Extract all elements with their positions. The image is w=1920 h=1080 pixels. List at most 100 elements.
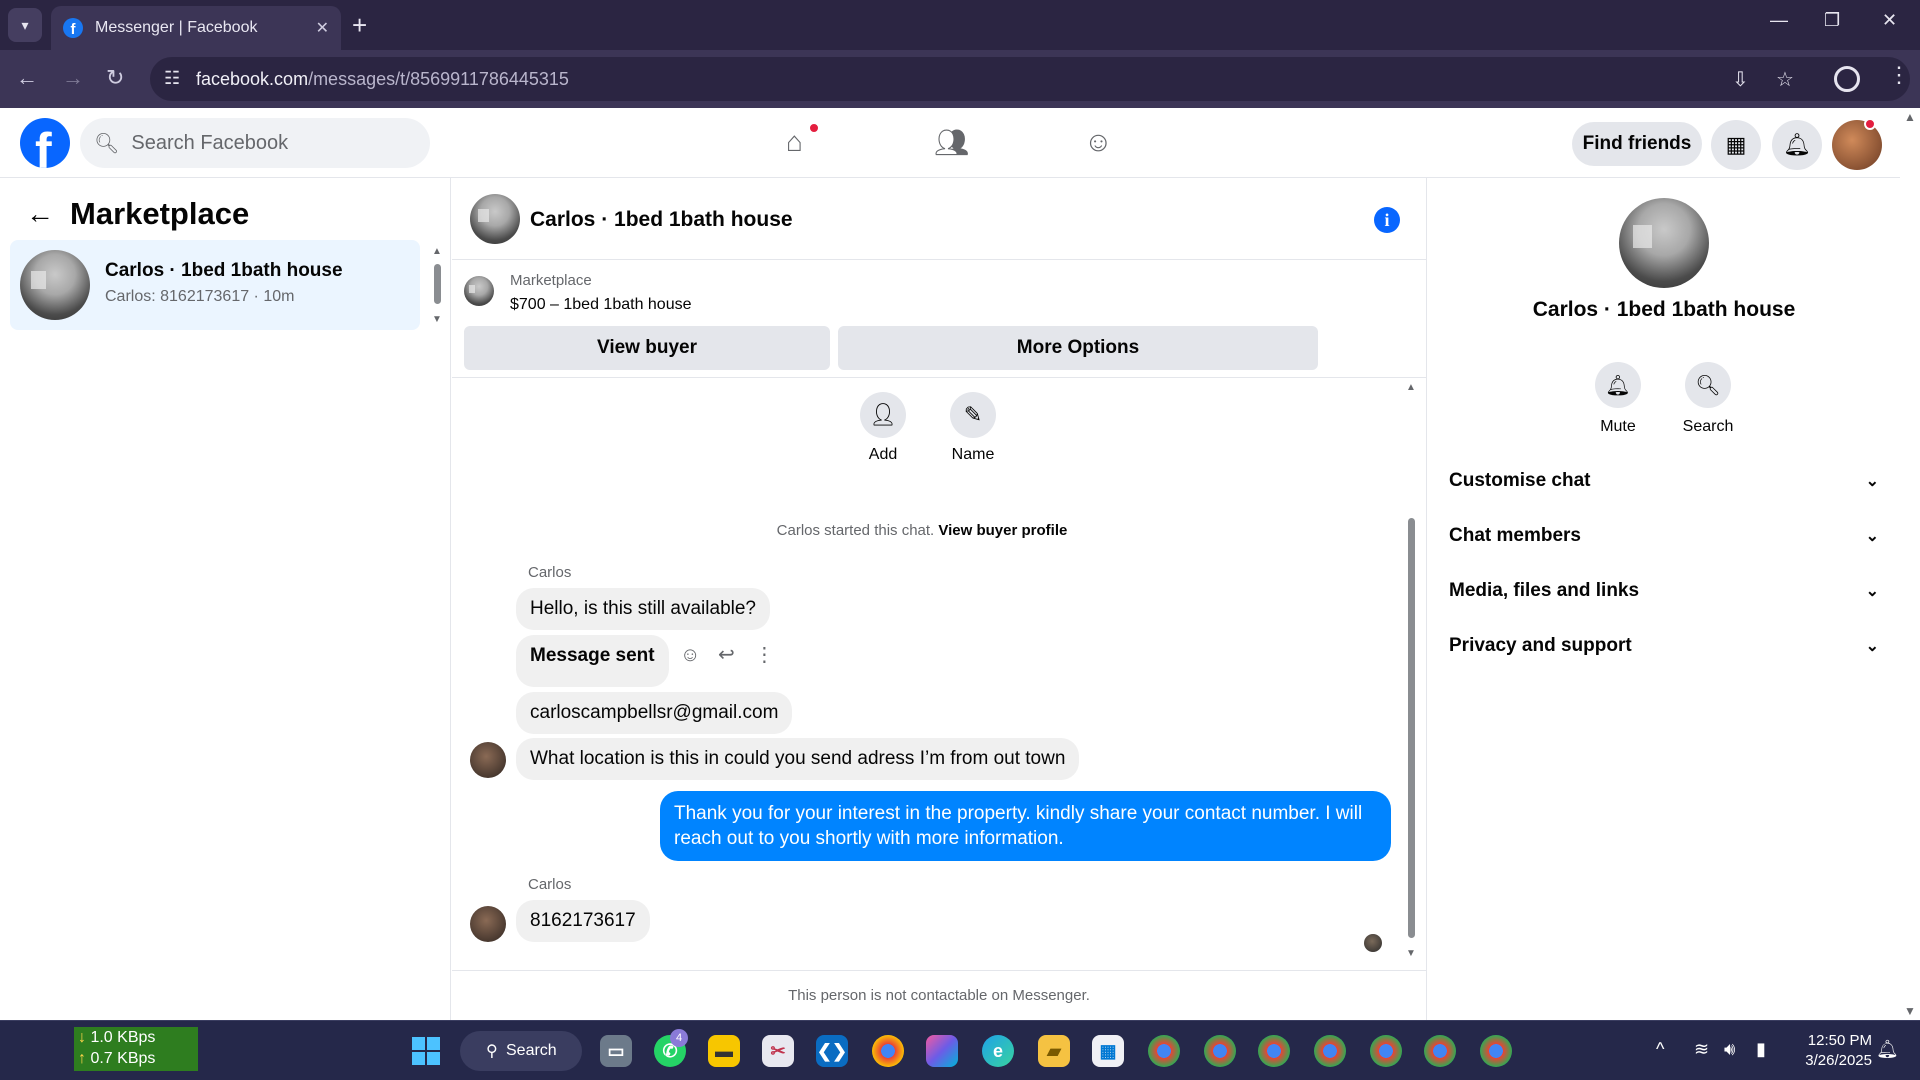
chrome-profile-icon[interactable] xyxy=(1480,1035,1512,1067)
pencil-icon[interactable]: ✎ xyxy=(950,392,996,438)
taskbar-search[interactable]: ⚲ Search xyxy=(460,1031,582,1071)
chrome-profile-icon[interactable] xyxy=(1258,1035,1290,1067)
notification-bell-icon[interactable]: 🔔︎ xyxy=(1876,1039,1899,1060)
clock[interactable]: 12:50 PM 3/26/2025 xyxy=(1792,1031,1872,1071)
privacy-support-section[interactable]: Privacy and support ⌄ xyxy=(1449,626,1879,666)
groups-icon[interactable]: ☺ xyxy=(1084,126,1113,158)
window-close-icon[interactable]: ✕ xyxy=(1882,10,1897,31)
scroll-down-icon[interactable]: ▼ xyxy=(1904,1004,1916,1018)
chat-header: Carlos · 1bed 1bath house i xyxy=(452,178,1426,260)
chat-info-panel: Carlos · 1bed 1bath house 🔔︎ Mute 🔍︎ Sea… xyxy=(1426,178,1900,1020)
thread-scrollbar[interactable]: ▲ ▼ xyxy=(1404,378,1418,970)
forward-icon[interactable]: → xyxy=(62,64,84,92)
message-bubble[interactable]: Message sent xyxy=(516,635,669,687)
chat-avatar[interactable] xyxy=(470,194,520,244)
chat-title[interactable]: Carlos · 1bed 1bath house xyxy=(530,208,793,232)
scroll-up-icon[interactable]: ▲ xyxy=(432,246,442,257)
mute-action[interactable]: 🔔︎ Mute xyxy=(1573,362,1663,436)
media-files-links-section[interactable]: Media, files and links ⌄ xyxy=(1449,571,1879,611)
chevron-down-icon: ⌄ xyxy=(1865,583,1879,600)
tray-chevron-up-icon[interactable]: ^ xyxy=(1656,1039,1664,1060)
tab-list-chevron-icon[interactable]: ▾ xyxy=(8,8,42,42)
install-app-icon[interactable]: ⇩ xyxy=(1732,67,1749,92)
scroll-up-icon[interactable]: ▲ xyxy=(1406,382,1416,393)
browser-toolbar: ← → ↻ ☷ facebook.com/messages/t/85699117… xyxy=(0,50,1920,108)
message-bubble[interactable]: Hello, is this still available? xyxy=(516,588,770,630)
bookmark-star-icon[interactable]: ☆ xyxy=(1776,67,1794,92)
info-icon[interactable]: i xyxy=(1374,207,1400,233)
chrome-profile-icon[interactable] xyxy=(1148,1035,1180,1067)
menu-grid-icon[interactable]: ▦ xyxy=(1711,120,1761,170)
back-icon[interactable]: ← xyxy=(16,64,38,92)
chrome-active-icon[interactable] xyxy=(1424,1035,1456,1067)
upload-arrow-icon: ↑ xyxy=(78,1050,86,1067)
page-scrollbar[interactable]: ▲ ▼ xyxy=(1904,110,1918,1018)
add-person-icon[interactable]: 👤︎ xyxy=(860,392,906,438)
site-settings-icon[interactable]: ☷ xyxy=(164,68,180,89)
sender-avatar[interactable] xyxy=(470,742,506,778)
add-action[interactable]: 👤︎ Add xyxy=(843,392,923,464)
chrome-icon[interactable] xyxy=(872,1035,904,1067)
search-icon[interactable]: 🔍︎ xyxy=(1685,362,1731,408)
chat-info-avatar[interactable] xyxy=(1619,198,1709,288)
name-action[interactable]: ✎ Name xyxy=(933,392,1013,464)
chat-members-section[interactable]: Chat members ⌄ xyxy=(1449,516,1879,556)
wifi-icon[interactable]: ≋ xyxy=(1694,1039,1709,1060)
listing-price[interactable]: $700 – 1bed 1bath house xyxy=(510,296,692,314)
new-tab-plus-icon[interactable]: + xyxy=(352,10,367,40)
my-message-bubble[interactable]: Thank you for your interest in the prope… xyxy=(660,791,1391,861)
friends-icon[interactable]: 👥︎ xyxy=(934,126,970,159)
message-bubble[interactable]: carloscampbellsr@gmail.com xyxy=(516,692,793,734)
scroll-thumb[interactable] xyxy=(1408,518,1415,938)
browser-profile-icon[interactable] xyxy=(1834,66,1860,92)
vscode-icon[interactable]: ❮❯ xyxy=(816,1035,848,1067)
edge-icon[interactable]: e xyxy=(982,1035,1014,1067)
view-buyer-button[interactable]: View buyer xyxy=(464,326,830,370)
chrome-profile-icon[interactable] xyxy=(1204,1035,1236,1067)
chrome-profile-icon[interactable] xyxy=(1370,1035,1402,1067)
tab-close-icon[interactable]: ✕ xyxy=(316,18,329,38)
search-action[interactable]: 🔍︎ Search xyxy=(1663,362,1753,436)
reload-icon[interactable]: ↻ xyxy=(106,64,124,92)
snipping-tool-icon[interactable]: ✂ xyxy=(762,1035,794,1067)
bell-icon[interactable]: 🔔︎ xyxy=(1595,362,1641,408)
file-explorer-icon[interactable]: ▰ xyxy=(1038,1035,1070,1067)
back-arrow-icon[interactable]: ← xyxy=(26,198,54,230)
copilot-icon[interactable] xyxy=(926,1035,958,1067)
scroll-down-icon[interactable]: ▼ xyxy=(1406,948,1416,959)
reply-icon[interactable]: ↩ xyxy=(718,644,735,666)
chrome-profile-icon[interactable] xyxy=(1314,1035,1346,1067)
windows-start-icon[interactable] xyxy=(412,1037,440,1065)
task-view-icon[interactable]: ▭ xyxy=(600,1035,632,1067)
add-label: Add xyxy=(868,446,898,463)
browser-menu-icon[interactable]: ⋮ xyxy=(1888,62,1910,88)
facebook-logo-icon[interactable]: f xyxy=(20,118,70,168)
more-options-button[interactable]: More Options xyxy=(838,326,1318,370)
conversation-preview: Carlos: 8162173617 · 10m xyxy=(105,288,295,305)
ms-store-icon[interactable]: ▦ xyxy=(1092,1035,1124,1067)
notifications-bell-icon[interactable]: 🔔︎ xyxy=(1772,120,1822,170)
battery-icon[interactable]: ▮ xyxy=(1756,1039,1766,1060)
listing-thumbnail xyxy=(20,250,90,320)
browser-tab[interactable]: f Messenger | Facebook ✕ xyxy=(51,6,341,50)
restore-icon[interactable]: ❐ xyxy=(1824,10,1840,31)
scroll-up-icon[interactable]: ▲ xyxy=(1904,110,1918,124)
volume-icon[interactable]: 🔊︎ xyxy=(1724,1039,1735,1060)
home-icon[interactable]: ⌂ xyxy=(786,126,803,158)
conversation-item[interactable]: Carlos · 1bed 1bath house Carlos: 816217… xyxy=(10,240,420,330)
left-scrollbar[interactable]: ▲ ▼ xyxy=(432,246,442,325)
message-bubble[interactable]: What location is this in could you send … xyxy=(516,738,1080,780)
view-buyer-profile-link[interactable]: View buyer profile xyxy=(938,522,1067,539)
minimize-icon[interactable]: — xyxy=(1770,10,1788,31)
find-friends-button[interactable]: Find friends xyxy=(1572,122,1702,166)
message-bubble[interactable]: 8162173617 xyxy=(516,900,650,942)
more-vertical-icon[interactable]: ⋮ xyxy=(754,644,774,666)
react-emoji-icon[interactable]: ☺ xyxy=(680,644,700,666)
customise-chat-section[interactable]: Customise chat ⌄ xyxy=(1449,461,1879,501)
sticky-notes-icon[interactable]: ▬ xyxy=(708,1035,740,1067)
search-facebook-input[interactable]: 🔍︎ Search Facebook xyxy=(80,118,430,168)
address-bar[interactable]: ☷ facebook.com/messages/t/85699117864453… xyxy=(150,57,1910,101)
scroll-thumb[interactable] xyxy=(434,264,441,304)
scroll-down-icon[interactable]: ▼ xyxy=(432,314,442,325)
sender-avatar[interactable] xyxy=(470,906,506,942)
